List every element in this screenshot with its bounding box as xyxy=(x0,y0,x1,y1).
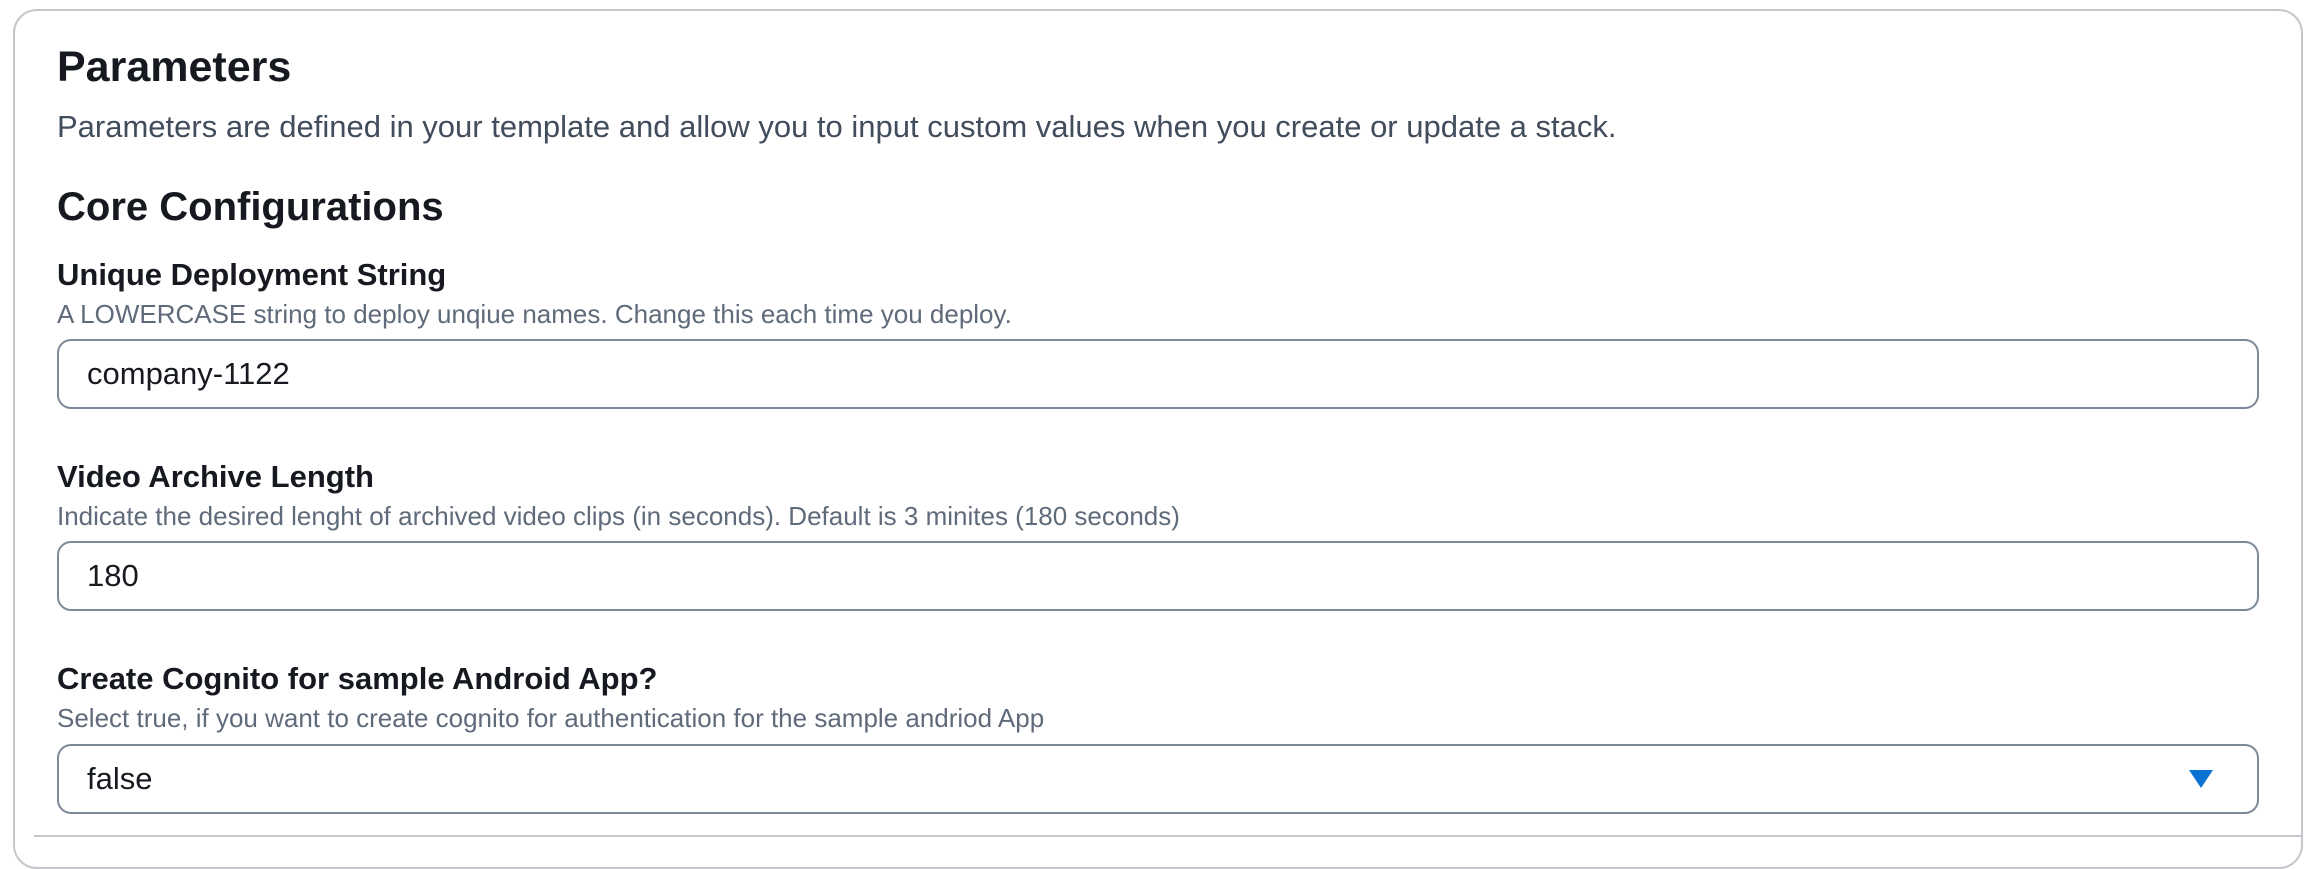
field-hint-deployment-string: A LOWERCASE string to deploy unqiue name… xyxy=(57,299,1012,329)
field-label-deployment-string: Unique Deployment String xyxy=(57,257,447,292)
video-archive-length-input[interactable] xyxy=(57,541,2259,611)
section-title-core-configurations: Core Configurations xyxy=(57,185,444,229)
create-cognito-selected-value: false xyxy=(87,761,153,796)
field-hint-create-cognito: Select true, if you want to create cogni… xyxy=(57,703,1045,733)
field-hint-video-archive-length: Indicate the desired lenght of archived … xyxy=(57,501,1180,531)
page-title: Parameters xyxy=(57,43,292,91)
caret-down-icon xyxy=(2189,770,2213,788)
field-label-video-archive-length: Video Archive Length xyxy=(57,459,374,494)
deployment-string-input[interactable] xyxy=(57,339,2259,409)
parameters-description: Parameters are defined in your template … xyxy=(57,109,1617,144)
field-label-create-cognito: Create Cognito for sample Android App? xyxy=(57,661,658,696)
section-divider xyxy=(34,835,2303,837)
create-cognito-select[interactable]: false xyxy=(57,744,2259,814)
